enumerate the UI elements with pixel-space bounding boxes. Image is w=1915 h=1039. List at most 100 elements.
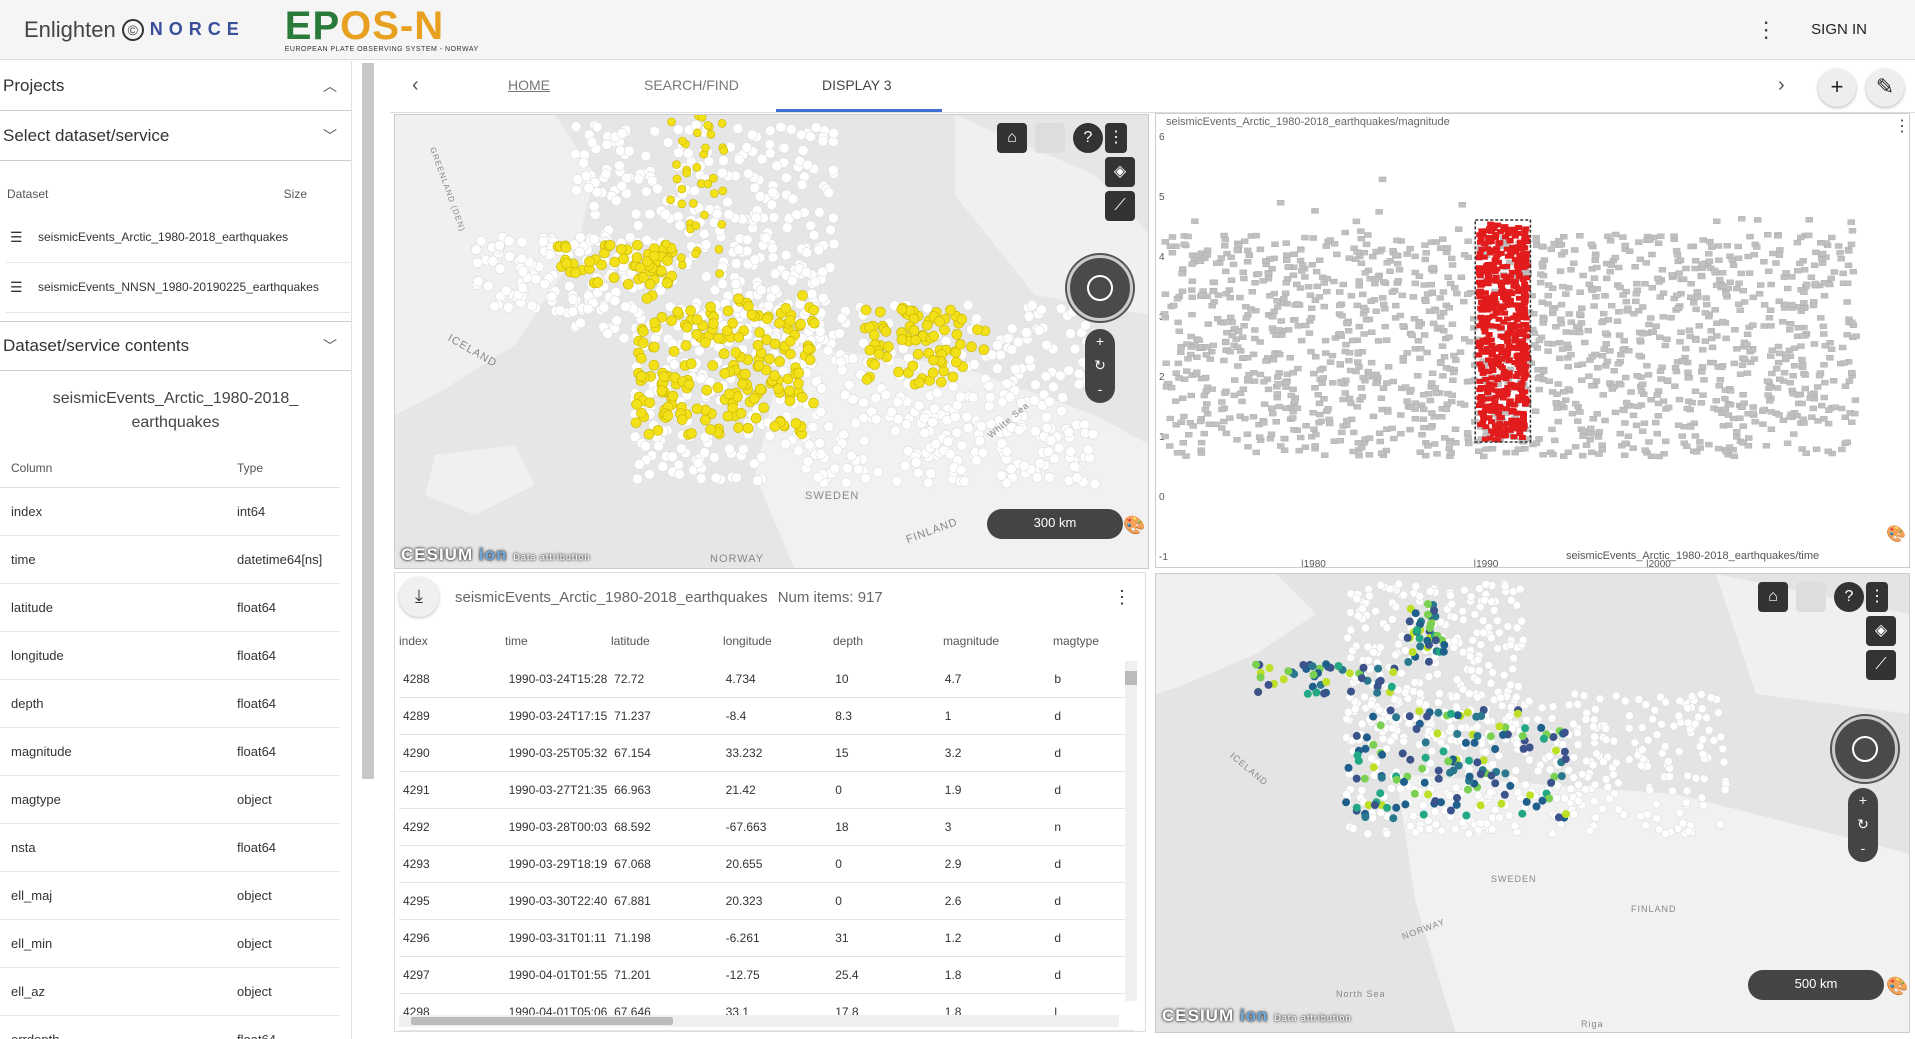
column-type: float64: [237, 840, 277, 855]
data-attribution-link[interactable]: Data attribution: [1274, 1013, 1351, 1023]
map-panel-1[interactable]: ICELAND SWEDEN FINLAND NORWAY White Sea …: [394, 114, 1149, 569]
colored-event-marker: [1439, 647, 1448, 656]
help-icon[interactable]: ?: [1834, 582, 1864, 612]
dataset-item[interactable]: ☰ seismicEvents_NNSN_1980-20190225_earth…: [6, 263, 350, 313]
column-header-1[interactable]: time: [505, 634, 611, 648]
table-row[interactable]: 4288 1990-03-24T15:28 72.72 4.734 10 4.7 b: [399, 661, 1134, 698]
scatter-point: [1581, 339, 1589, 346]
scatter-point: [1601, 293, 1609, 299]
event-marker: [1570, 689, 1580, 699]
event-marker: [652, 183, 663, 195]
zoom-control[interactable]: + ↻ -: [1848, 788, 1878, 862]
event-marker: [1665, 764, 1675, 773]
zoom-control[interactable]: + ↻ -: [1085, 329, 1115, 403]
scatter-plot-panel[interactable]: seismicEvents_Arctic_1980-2018_earthquak…: [1155, 113, 1910, 568]
sign-in-button[interactable]: SIGN IN: [1811, 21, 1867, 38]
palette-icon[interactable]: 🎨: [1123, 515, 1145, 536]
help-icon[interactable]: ?: [1073, 123, 1103, 153]
column-header-0[interactable]: index: [395, 634, 505, 648]
column-header-2[interactable]: latitude: [611, 634, 723, 648]
scatter-point: [1621, 440, 1629, 446]
scatter-point: [1544, 292, 1552, 299]
download-icon[interactable]: ⤓: [399, 577, 439, 617]
tab-search-find[interactable]: SEARCH/FIND: [644, 77, 739, 93]
layers-icon[interactable]: ◈: [1105, 157, 1135, 187]
colored-event-marker: [1403, 633, 1412, 642]
table-cell: 71.201: [614, 968, 651, 982]
scatter-point: [1722, 291, 1730, 297]
chart-line-icon[interactable]: ⟋: [1866, 650, 1896, 680]
layers-icon[interactable]: ◈: [1866, 616, 1896, 646]
scatter-point: [1398, 292, 1407, 299]
home-icon[interactable]: ⌂: [997, 123, 1027, 153]
home-icon[interactable]: ⌂: [1758, 582, 1788, 612]
column-header-6[interactable]: magtype: [1053, 634, 1133, 648]
dataset-item[interactable]: ☰ seismicEvents_Arctic_1980-2018_earthqu…: [6, 213, 350, 263]
table-vertical-scrollbar[interactable]: [1125, 661, 1137, 1001]
table-row[interactable]: 4293 1990-03-29T18:19 67.068 20.655 0 2.9 d: [399, 846, 1134, 883]
table-row[interactable]: 4297 1990-04-01T01:55 71.201 -12.75 25.4 1.8 d: [399, 957, 1134, 994]
column-header-4[interactable]: depth: [833, 634, 943, 648]
tab-home[interactable]: HOME: [508, 77, 550, 93]
epos-logo-b: OS: [340, 4, 400, 48]
tab-display-3[interactable]: DISPLAY 3: [822, 77, 892, 93]
table-row[interactable]: 4295 1990-03-30T22:40 67.881 20.323 0 2.6 d: [399, 883, 1134, 920]
table-row[interactable]: 4291 1990-03-27T21:35 66.963 21.42 0 1.9 d: [399, 772, 1134, 809]
map-menu-icon[interactable]: ⋮: [1866, 582, 1888, 612]
base-layer-picker[interactable]: [1035, 123, 1065, 153]
scatter-point: [1316, 257, 1324, 264]
table-row[interactable]: 4289 1990-03-24T17:15 71.237 -8.4 8.3 1 d: [399, 698, 1134, 735]
selected-event-marker: [780, 303, 792, 314]
map-menu-icon[interactable]: ⋮: [1105, 123, 1127, 153]
add-display-button[interactable]: +: [1818, 69, 1856, 107]
colored-event-marker: [1453, 711, 1462, 720]
scatter-point: [1239, 354, 1247, 361]
cesium-ion-logo[interactable]: CESIUM ion Data attribution: [401, 545, 590, 565]
enlighten-logo[interactable]: Enlighten © NORCE: [24, 17, 245, 43]
scatter-point: [1705, 258, 1714, 265]
chart-line-icon[interactable]: ⟋: [1105, 191, 1135, 221]
map-2-canvas[interactable]: [1156, 574, 1910, 1033]
event-marker: [1350, 704, 1360, 714]
table-horizontal-scrollbar[interactable]: [399, 1015, 1119, 1027]
scatter-point: [1556, 268, 1565, 274]
sidebar-scrollbar[interactable]: [362, 63, 374, 779]
base-layer-picker[interactable]: [1796, 582, 1826, 612]
scatter-point: [1750, 356, 1759, 362]
table-row[interactable]: 4290 1990-03-25T05:32 67.154 33.232 15 3.2 d: [399, 735, 1134, 772]
event-marker: [689, 185, 700, 197]
column-header-5[interactable]: magnitude: [943, 634, 1053, 648]
select-dataset-accordion[interactable]: Select dataset/service ﹀: [0, 111, 351, 161]
map-1-canvas[interactable]: [395, 115, 1149, 569]
edit-display-button[interactable]: ✎: [1866, 69, 1904, 107]
compass-navigation[interactable]: [1832, 716, 1898, 782]
scatter-point: [1367, 298, 1375, 305]
event-marker: [1497, 701, 1507, 711]
app-menu-icon[interactable]: ⋮: [1755, 18, 1777, 40]
chevron-left-icon[interactable]: ‹: [412, 74, 419, 97]
colored-event-marker: [1453, 794, 1461, 802]
table-menu-icon[interactable]: ⋮: [1113, 587, 1131, 608]
contents-accordion[interactable]: Dataset/service contents ﹀: [0, 321, 351, 371]
scatter-point: [1749, 404, 1757, 410]
chevron-right-icon[interactable]: ›: [1778, 74, 1785, 97]
data-attribution-link[interactable]: Data attribution: [513, 552, 590, 562]
scatter-point: [1256, 371, 1265, 378]
projects-accordion[interactable]: Projects ︿: [0, 61, 351, 111]
palette-icon[interactable]: 🎨: [1886, 976, 1908, 997]
event-marker: [1641, 821, 1651, 830]
column-name: magnitude: [11, 744, 72, 759]
map-panel-2[interactable]: ICELAND SWEDEN FINLAND NORWAY North Sea …: [1155, 573, 1910, 1033]
colored-event-marker: [1560, 747, 1569, 756]
cesium-ion-logo[interactable]: CESIUM ion Data attribution: [1162, 1006, 1351, 1026]
scatter-point: [1576, 311, 1584, 317]
table-row[interactable]: 4292 1990-03-28T00:03 68.592 -67.663 18 3 n: [399, 809, 1134, 846]
column-header-3[interactable]: longitude: [723, 634, 833, 648]
event-marker: [870, 413, 882, 425]
event-marker: [1506, 680, 1515, 690]
scatter-plot[interactable]: seismicEvents_Arctic_1980-2018_earthquak…: [1156, 114, 1910, 568]
compass-navigation[interactable]: [1067, 255, 1133, 321]
event-marker: [1476, 819, 1485, 828]
table-row[interactable]: 4296 1990-03-31T01:11 71.198 -6.261 31 1.2 d: [399, 920, 1134, 957]
scatter-point: [1424, 443, 1432, 449]
